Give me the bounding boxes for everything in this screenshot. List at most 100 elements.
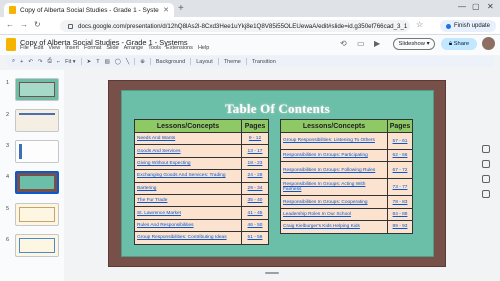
- back-icon[interactable]: ←: [6, 20, 14, 29]
- new-tab-icon[interactable]: +: [178, 3, 184, 15]
- lesson-link[interactable]: Responsibilities In Groups: Participatin…: [280, 148, 388, 163]
- lesson-link[interactable]: Leadership Roles In Our School: [280, 207, 388, 222]
- add-slide-icon[interactable]: +: [20, 59, 23, 65]
- slides-logo-icon[interactable]: [6, 38, 16, 51]
- pages-link[interactable]: 46 - 50: [241, 218, 269, 233]
- layout-button[interactable]: Layout: [196, 59, 213, 65]
- pages-link[interactable]: 78 - 83: [387, 195, 413, 209]
- pages-link[interactable]: 62 - 66: [387, 148, 413, 163]
- menu-item[interactable]: File: [20, 45, 29, 51]
- slide-thumbnail-selected[interactable]: [15, 171, 59, 194]
- share-label: Share: [453, 41, 470, 47]
- toolbar-divider: [245, 58, 247, 65]
- slide-thumbnail[interactable]: [15, 78, 59, 101]
- lesson-link[interactable]: Group Responsibilities: Listening To Oth…: [280, 132, 388, 150]
- lesson-link[interactable]: Goods And Services: [134, 144, 242, 158]
- table-row: Needs And Wants 9 - 12: [134, 131, 269, 146]
- pages-link[interactable]: 84 - 88: [387, 207, 413, 222]
- redo-icon[interactable]: ↷: [38, 59, 43, 65]
- toolbar-divider: [149, 58, 151, 65]
- undo-icon[interactable]: ↶: [28, 59, 33, 65]
- slide-title[interactable]: Table Of Contents: [122, 101, 433, 117]
- pages-link[interactable]: 57 - 61: [387, 132, 413, 150]
- comments-icon[interactable]: ▭: [357, 39, 365, 48]
- search-menus-icon[interactable]: ⌕: [12, 58, 15, 65]
- select-icon[interactable]: ➤: [87, 59, 92, 65]
- menu-bar: File Edit View Insert Format Slide Arrange Tool…: [20, 45, 209, 51]
- paint-format-icon[interactable]: ⌐: [57, 59, 60, 65]
- background-button[interactable]: Background: [156, 59, 185, 65]
- pages-link[interactable]: 18 - 23: [241, 156, 269, 171]
- bookmark-star-icon[interactable]: ☆: [416, 20, 423, 29]
- text-box-icon[interactable]: T: [96, 59, 99, 65]
- slide-thumbnail[interactable]: [15, 140, 59, 163]
- lesson-link[interactable]: Responsibilities In Groups: Acting With …: [280, 178, 388, 197]
- pages-link[interactable]: 89 - 93: [387, 220, 413, 234]
- pages-link[interactable]: 29 - 34: [241, 181, 269, 195]
- menu-item[interactable]: Extensions: [166, 45, 193, 51]
- site-info-icon[interactable]: [68, 23, 73, 29]
- speaker-notes-handle[interactable]: [265, 272, 279, 274]
- pages-link[interactable]: 13 - 17: [241, 144, 269, 158]
- lesson-link[interactable]: Responsibilities In Groups: Following Ru…: [280, 161, 388, 180]
- finish-update-button[interactable]: Finish update: [440, 20, 496, 32]
- lesson-link[interactable]: Responsibilities In Groups: Cooperating: [280, 195, 388, 209]
- history-icon[interactable]: ⟲: [340, 39, 347, 48]
- close-tab-icon[interactable]: ✕: [163, 6, 169, 14]
- toolbar-divider: [190, 58, 192, 65]
- lesson-link[interactable]: Bartering: [134, 181, 242, 195]
- slideshow-button[interactable]: Slideshow ▾: [393, 38, 435, 50]
- pages-link[interactable]: 41 - 45: [241, 206, 269, 220]
- share-button[interactable]: 🔒︎ Share: [441, 38, 477, 50]
- slide-thumbnail[interactable]: [15, 109, 59, 132]
- slide-thumbnail[interactable]: [15, 203, 59, 226]
- menu-item[interactable]: Edit: [34, 45, 43, 51]
- pages-link[interactable]: 67 - 72: [387, 161, 413, 180]
- menu-item[interactable]: Format: [84, 45, 101, 51]
- url-input[interactable]: docs.google.com/presentation/d/12hQ8lAs2…: [60, 20, 410, 32]
- slide[interactable]: Table Of Contents Lessons/Concepts Pages…: [108, 80, 446, 267]
- transition-button[interactable]: Transition: [252, 59, 276, 65]
- menu-item[interactable]: Slide: [106, 45, 118, 51]
- pages-link[interactable]: 51 - 56: [241, 231, 269, 245]
- slide-thumbnail[interactable]: [15, 234, 59, 257]
- zoom-select[interactable]: Fit ▾: [65, 59, 75, 65]
- lesson-link[interactable]: Exchanging Goods And Services: Trading: [134, 169, 242, 183]
- shape-icon[interactable]: ◯: [115, 59, 121, 65]
- theme-button[interactable]: Theme: [224, 59, 241, 65]
- lesson-link[interactable]: St. Lawrence Market: [134, 206, 242, 220]
- menu-item[interactable]: Arrange: [124, 45, 144, 51]
- close-window-icon[interactable]: ✕: [487, 2, 494, 11]
- browser-tab[interactable]: Copy of Alberta Social Studies - Grade 1…: [4, 3, 174, 17]
- forward-icon[interactable]: →: [20, 20, 28, 29]
- pages-link[interactable]: 73 - 77: [387, 178, 413, 197]
- lesson-link[interactable]: Group Responsibilities: Contributing Ide…: [134, 231, 242, 245]
- calendar-icon[interactable]: [482, 175, 490, 183]
- lesson-link[interactable]: The Fur Trade: [134, 193, 242, 208]
- toc-table-left[interactable]: Lessons/Concepts Pages Needs And Wants 9 …: [134, 119, 269, 245]
- print-icon[interactable]: ⎙: [48, 58, 52, 65]
- pages-link[interactable]: 35 - 40: [241, 193, 269, 208]
- pages-link[interactable]: 24 - 28: [241, 169, 269, 183]
- keep-icon[interactable]: [482, 145, 490, 153]
- tasks-icon[interactable]: [482, 160, 490, 168]
- pages-link[interactable]: 9 - 12: [241, 131, 269, 146]
- menu-item[interactable]: View: [48, 45, 60, 51]
- lesson-link[interactable]: Giving Without Expecting: [134, 156, 242, 171]
- reload-icon[interactable]: ↻: [34, 20, 41, 29]
- toc-table-right[interactable]: Lessons/Concepts Pages Group Responsibil…: [280, 119, 413, 234]
- lesson-link[interactable]: Craig Kielburger's Kids Helping Kids: [280, 220, 388, 234]
- image-icon[interactable]: ▨: [105, 59, 110, 65]
- add-ons-icon[interactable]: [482, 190, 490, 198]
- menu-item[interactable]: Help: [198, 45, 209, 51]
- lesson-link[interactable]: Needs And Wants: [134, 131, 242, 146]
- lesson-link[interactable]: Rules And Responsibilities: [134, 218, 242, 233]
- line-icon[interactable]: ╲: [126, 59, 129, 65]
- video-call-icon[interactable]: ▶: [374, 39, 380, 48]
- menu-item[interactable]: Insert: [65, 45, 79, 51]
- minimize-icon[interactable]: —: [458, 2, 466, 11]
- add-comment-icon[interactable]: ⊕: [140, 59, 145, 65]
- maximize-icon[interactable]: ▢: [472, 2, 480, 11]
- avatar[interactable]: [482, 37, 495, 50]
- menu-item[interactable]: Tools: [148, 45, 161, 51]
